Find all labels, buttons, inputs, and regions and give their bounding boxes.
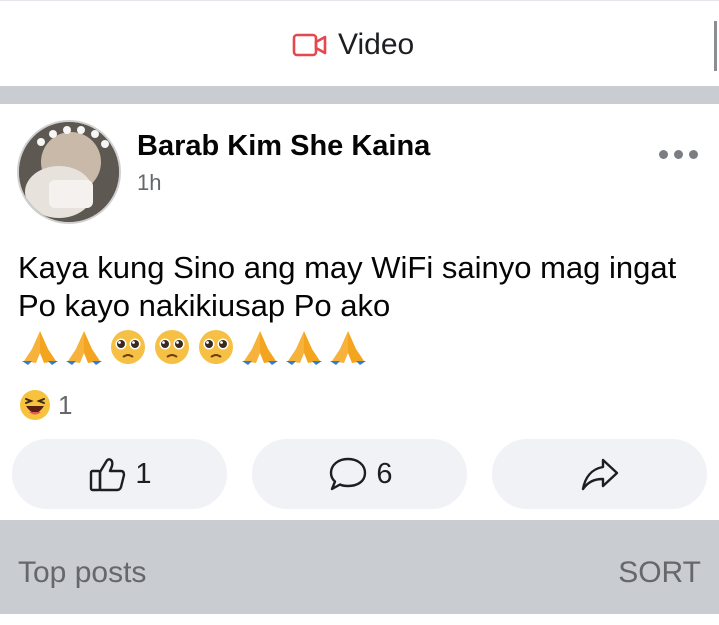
folded-hands-icon xyxy=(22,331,58,365)
share-button[interactable] xyxy=(492,439,707,509)
post-text: Kaya kung Sino ang may WiFi sainyo mag i… xyxy=(18,250,677,323)
reaction-count: 1 xyxy=(58,389,73,420)
video-button[interactable]: Video xyxy=(292,25,414,65)
folded-hands-icon xyxy=(242,331,278,365)
post-emoji-row xyxy=(18,327,370,367)
haha-reaction-icon xyxy=(20,390,50,420)
author-name[interactable]: Barab Kim She Kaina xyxy=(137,130,430,163)
video-bar: Video xyxy=(0,0,719,86)
author-avatar[interactable] xyxy=(17,120,121,224)
folded-hands-icon xyxy=(66,331,102,365)
folded-hands-icon xyxy=(286,331,322,365)
pleading-face-icon xyxy=(199,330,233,364)
top-posts-label: Top posts xyxy=(18,556,147,589)
pleading-face-icon xyxy=(111,330,145,364)
more-dot-icon xyxy=(688,149,698,159)
reactions-summary[interactable]: 1 xyxy=(18,388,72,422)
avatar-photo xyxy=(19,122,119,222)
share-icon xyxy=(581,458,618,491)
more-dot-icon xyxy=(658,149,668,159)
post-timestamp[interactable]: 1h xyxy=(137,170,161,196)
more-options-button[interactable] xyxy=(656,144,700,164)
video-camera-icon xyxy=(292,33,327,57)
more-dot-icon xyxy=(673,149,683,159)
like-button[interactable]: 1 xyxy=(12,439,227,509)
sort-button[interactable]: SORT xyxy=(618,556,701,590)
bottom-strip xyxy=(0,614,719,625)
video-label: Video xyxy=(338,28,415,61)
scrollbar-edge xyxy=(714,21,717,71)
like-icon xyxy=(90,458,126,492)
section-separator xyxy=(0,86,719,104)
comment-icon xyxy=(330,457,367,491)
pleading-face-icon xyxy=(155,330,189,364)
comment-button[interactable]: 6 xyxy=(252,439,467,509)
folded-hands-icon xyxy=(330,331,366,365)
comment-count: 6 xyxy=(376,457,393,490)
like-count: 1 xyxy=(135,457,152,490)
